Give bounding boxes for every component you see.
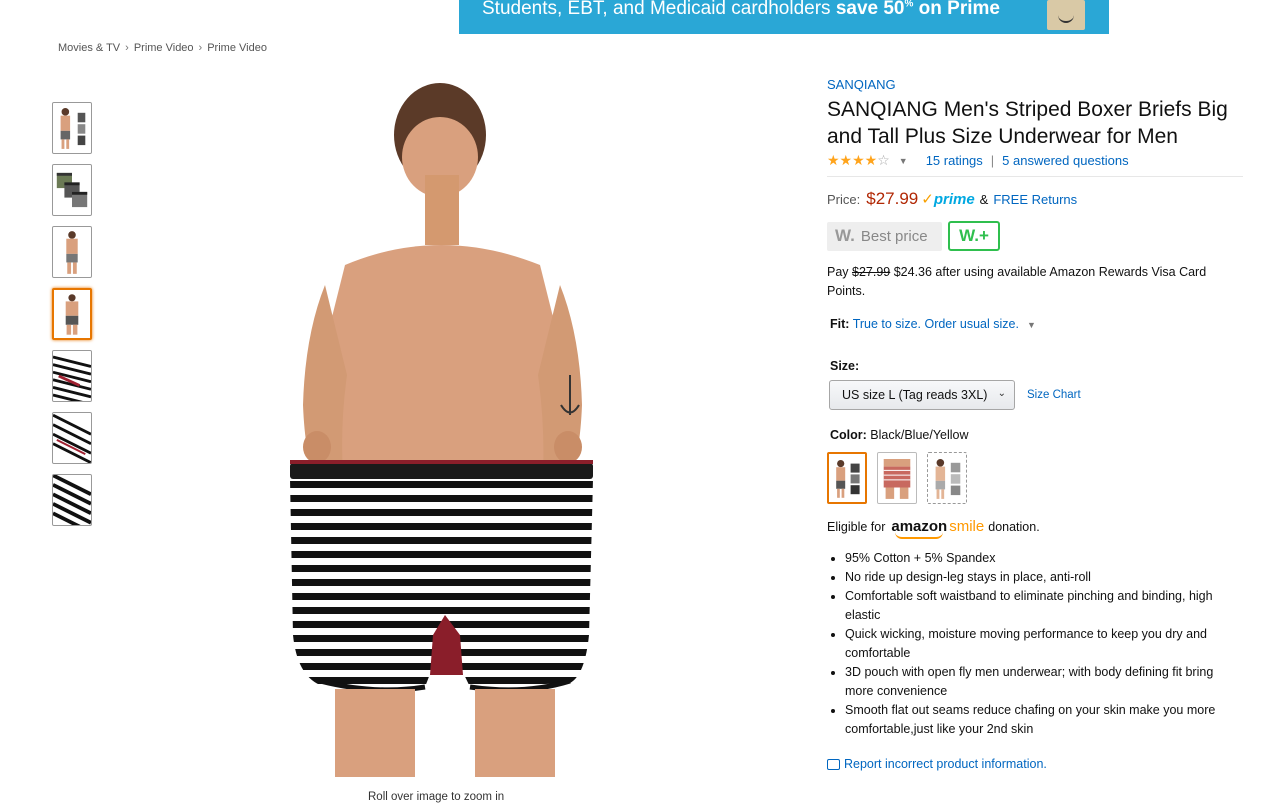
report-incorrect-info[interactable]: Report incorrect product information. [827,757,1247,771]
three-pack-thumbnail [53,165,91,215]
product-title: SANQIANG Men's Striped Boxer Briefs Big … [827,98,1228,148]
stripe-detail-2-thumbnail [53,413,91,463]
breadcrumb-movies-tv[interactable]: Movies & TV [58,42,120,54]
chevron-down-icon: ⌄ [997,388,1006,399]
amp-text: & [979,192,989,207]
stripe-detail-3-thumbnail [53,475,91,525]
swatch-image [878,453,916,503]
breadcrumb: Movies & TV › Prime Video › Prime Video [58,42,267,54]
thumbnail-list [52,102,92,536]
swatch-image [829,454,865,502]
thumbnail-4-selected[interactable] [52,288,92,340]
rewards-pay-text: Pay $27.99 $24.36 after using available … [827,265,1207,298]
thumbnail-3[interactable] [52,226,92,278]
model-back-view-image [290,83,593,777]
feature-bullet: No ride up design-leg stays in place, an… [845,568,1245,587]
amazon-smile-logo[interactable]: amazon [891,518,947,539]
color-label: Color: Black/Blue/Yellow [830,428,969,442]
chevron-down-icon[interactable]: ▼ [1027,320,1036,330]
model-side-thumbnail [53,227,91,277]
separator: | [990,153,995,168]
w-logo-icon: W. [835,226,855,245]
prime-icon: ✓prime [921,191,975,208]
rating-row: ★★★★☆ ▼ 15 ratings | 5 answered question… [827,152,1247,169]
thumbnail-2[interactable] [52,164,92,216]
price-row: Price: $27.99 ✓prime & FREE Returns [827,189,1247,209]
fit-info[interactable]: Fit: True to size. Order usual size. ▼ [830,317,1247,331]
price-label: Price: [827,192,861,207]
comment-icon [827,758,840,770]
feature-bullet: Quick wicking, moisture moving performan… [845,625,1245,663]
smile-word: smile [949,518,985,535]
size-label: Size: [830,359,860,373]
size-dropdown[interactable]: US size L (Tag reads 3XL) ⌄ [829,380,1015,410]
size-row: US size L (Tag reads 3XL) ⌄ Size Chart [829,380,1247,410]
report-link[interactable]: Report incorrect product information. [844,757,1047,771]
thumbnail-6[interactable] [52,412,92,464]
thumbnail-1[interactable] [52,102,92,154]
amazonsmile-eligibility: Eligible for amazon smile donation. [827,518,1040,539]
chevron-right-icon: › [125,42,129,54]
swatch-image [928,453,966,503]
feature-bullet: Comfortable soft waistband to eliminate … [845,587,1245,625]
color-swatch-red-stripe[interactable] [877,452,917,504]
best-price-text: Best price [860,227,928,245]
chevron-down-icon[interactable]: ▼ [899,156,908,166]
model-front-thumbnail [53,103,91,153]
star-rating-icon[interactable]: ★★★★☆ [827,152,890,169]
stripe-detail-thumbnail [53,351,91,401]
divider [827,176,1243,177]
size-chart-link[interactable]: Size Chart [1027,389,1081,401]
w-extension-badges: W. Best price W.+ [827,221,1247,251]
zoom-hint: Roll over image to zoom in [368,791,505,803]
breadcrumb-prime-video[interactable]: Prime Video [134,42,194,54]
chevron-right-icon: › [198,42,203,54]
color-swatch-black-blue-yellow[interactable] [827,452,867,504]
amazon-box-icon [1047,0,1085,30]
answered-questions-link[interactable]: 5 answered questions [1002,153,1128,168]
color-swatches [827,452,1247,504]
thumbnail-7[interactable] [52,474,92,526]
product-info: SANQIANG SANQIANG Men's Striped Boxer Br… [827,77,1247,771]
fit-value-link[interactable]: True to size. Order usual size. [853,317,1019,331]
feature-bullet: 3D pouch with open fly men underwear; wi… [845,663,1245,701]
price-value: $27.99 [866,189,919,208]
free-returns-link[interactable]: FREE Returns [993,192,1077,207]
best-price-badge[interactable]: W. Best price [827,221,942,251]
brand-link[interactable]: SANQIANG [827,77,1247,92]
model-back-thumbnail [54,290,90,338]
w-plus-button[interactable]: W.+ [948,221,1000,251]
feature-bullet: Smooth flat out seams reduce chafing on … [845,701,1245,739]
breadcrumb-prime-video-sub[interactable]: Prime Video [207,42,267,54]
prime-student-banner[interactable]: Students, EBT, and Medicaid cardholders … [459,0,1109,34]
ratings-link[interactable]: 15 ratings [926,153,983,168]
feature-bullets: 95% Cotton + 5% Spandex No ride up desig… [827,549,1245,739]
color-swatch-gray[interactable] [927,452,967,504]
feature-bullet: 95% Cotton + 5% Spandex [845,549,1245,568]
main-product-image[interactable] [285,75,610,777]
banner-text: Students, EBT, and Medicaid cardholders … [482,0,1000,19]
thumbnail-5[interactable] [52,350,92,402]
